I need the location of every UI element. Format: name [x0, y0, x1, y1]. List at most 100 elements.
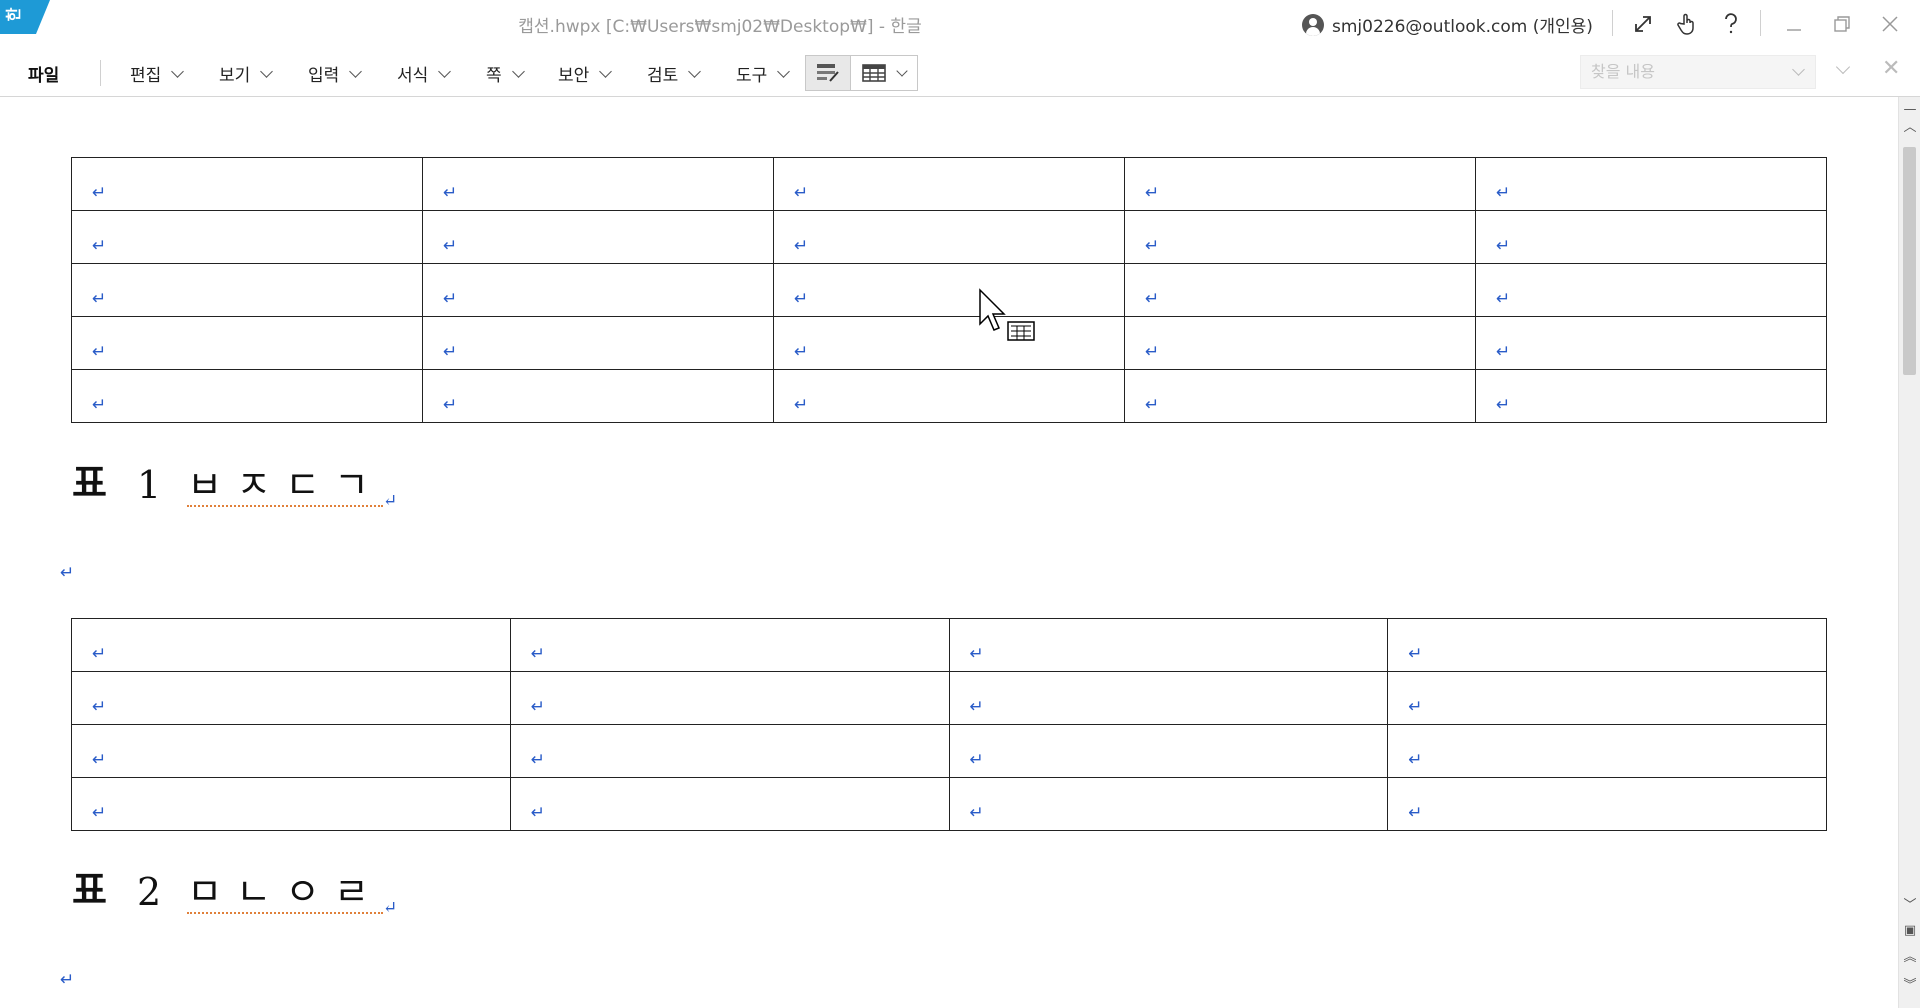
- close-icon[interactable]: [1870, 8, 1910, 40]
- table-cell[interactable]: ↵: [1387, 724, 1827, 778]
- table-cell[interactable]: ↵: [1475, 316, 1827, 370]
- document-area[interactable]: ↵ ↵ ↵ ↵ ↵ ↵ ↵ ↵ ↵ ↵ ↵ ↵ ↵ ↵ ↵ ↵ ↵ ↵ ↵ ↵ ↵ ↵ ↵ ↵ ↵ 표 1 ㅂㅈㄷㄱ ↵ ↵ ↵…: [0, 97, 1898, 1008]
- divider: [1612, 10, 1613, 36]
- table-cell[interactable]: ↵: [948, 618, 1389, 672]
- menu-format[interactable]: 서식: [397, 61, 452, 86]
- chevron-down-icon: [599, 64, 613, 78]
- table-cell[interactable]: ↵: [509, 671, 950, 725]
- search-close-icon[interactable]: ✕: [1882, 56, 1900, 81]
- table-cell[interactable]: ↵: [509, 618, 950, 672]
- table-cell[interactable]: ↵: [948, 777, 1389, 831]
- table-cell[interactable]: ↵: [948, 671, 1389, 725]
- table-cell[interactable]: ↵: [948, 724, 1389, 778]
- table-cell[interactable]: ↵: [1475, 210, 1827, 264]
- table-cell[interactable]: ↵: [71, 157, 423, 211]
- search-field[interactable]: [1580, 55, 1816, 89]
- menu-tools[interactable]: 도구: [736, 61, 791, 86]
- vertical-scrollbar[interactable]: — ︿ ﹀ ▣ ︽ ︾: [1898, 97, 1920, 1008]
- paragraph-mark: ↵: [92, 395, 107, 415]
- paragraph-mark: ↵: [383, 491, 398, 511]
- chevron-down-icon: [777, 64, 791, 78]
- prev-page-icon[interactable]: ︽: [1901, 949, 1919, 967]
- table-cell[interactable]: ↵: [1387, 777, 1827, 831]
- table-2[interactable]: ↵ ↵ ↵ ↵ ↵ ↵ ↵ ↵ ↵ ↵ ↵ ↵ ↵ ↵ ↵ ↵: [71, 618, 1827, 831]
- table-cell[interactable]: ↵: [509, 777, 950, 831]
- caption-text: ㅂㅈㄷㄱ: [187, 463, 383, 507]
- table-1[interactable]: ↵ ↵ ↵ ↵ ↵ ↵ ↵ ↵ ↵ ↵ ↵ ↵ ↵ ↵ ↵ ↵ ↵ ↵ ↵ ↵ ↵ ↵ ↵ ↵ ↵: [71, 157, 1827, 423]
- table-cell[interactable]: ↵: [71, 671, 511, 725]
- scroll-down-icon[interactable]: ﹀: [1901, 897, 1919, 915]
- table-cell[interactable]: ↵: [422, 263, 774, 317]
- menu-insert[interactable]: 입력: [308, 61, 363, 86]
- table-cell[interactable]: ↵: [1475, 157, 1827, 211]
- table-cell[interactable]: ↵: [1124, 210, 1476, 264]
- menu-view[interactable]: 보기: [219, 61, 274, 86]
- paragraph-mark: ↵: [1145, 289, 1160, 309]
- paragraph-mark: ↵: [1496, 289, 1511, 309]
- table-cell[interactable]: ↵: [422, 369, 774, 423]
- table-cell[interactable]: ↵: [1124, 157, 1476, 211]
- table-cell[interactable]: ↵: [422, 210, 774, 264]
- paragraph-mark: ↵: [92, 803, 107, 823]
- menu-label: 검토: [647, 66, 679, 86]
- table-cell[interactable]: ↵: [1387, 618, 1827, 672]
- minimize-icon[interactable]: [1774, 8, 1814, 40]
- scroll-up-icon[interactable]: ︿: [1901, 119, 1919, 137]
- table-cell[interactable]: ↵: [1475, 263, 1827, 317]
- chevron-down-icon: [896, 65, 908, 77]
- menu-review[interactable]: 검토: [647, 61, 702, 86]
- paragraph-mark: ↵: [794, 183, 809, 203]
- hand-pointer-icon[interactable]: [1670, 8, 1704, 40]
- paragraph-mark: ↵: [794, 395, 809, 415]
- page-view-icon[interactable]: ▣: [1901, 922, 1919, 940]
- scroll-top-icon[interactable]: —: [1901, 101, 1919, 119]
- table-grid-button[interactable]: [850, 55, 918, 91]
- table-cell[interactable]: ↵: [1124, 263, 1476, 317]
- caption-label: 표: [72, 867, 109, 912]
- menu-label: 서식: [397, 66, 429, 86]
- account-button[interactable]: smj0226@outlook.com (개인용): [1302, 12, 1593, 37]
- paragraph-mark: ↵: [443, 289, 458, 309]
- paragraph-mark: ↵: [92, 697, 107, 717]
- table-cell[interactable]: ↵: [1124, 369, 1476, 423]
- table-cell[interactable]: ↵: [422, 316, 774, 370]
- table-cell[interactable]: ↵: [71, 263, 423, 317]
- caption-1[interactable]: 표 1 ㅂㅈㄷㄱ ↵: [72, 452, 397, 511]
- paragraph-mark: ↵: [443, 342, 458, 362]
- table-cell[interactable]: ↵: [509, 724, 950, 778]
- table-cell[interactable]: ↵: [773, 157, 1125, 211]
- paragraph-mark: ↵: [794, 342, 809, 362]
- table-cell[interactable]: ↵: [773, 210, 1125, 264]
- menu-security[interactable]: 보안: [558, 61, 613, 86]
- paragraph-mark: ↵: [1496, 342, 1511, 362]
- table-cell[interactable]: ↵: [1475, 369, 1827, 423]
- table-style-icon: [817, 64, 839, 82]
- table-cell[interactable]: ↵: [71, 316, 423, 370]
- table-cell[interactable]: ↵: [1387, 671, 1827, 725]
- paragraph-mark: ↵: [1145, 395, 1160, 415]
- paragraph-mark: ↵: [443, 183, 458, 203]
- restore-icon[interactable]: [1822, 8, 1862, 40]
- menu-file[interactable]: 파일: [28, 61, 59, 86]
- help-icon[interactable]: [1714, 8, 1748, 40]
- table-cell[interactable]: ↵: [71, 618, 511, 672]
- expand-icon[interactable]: [1626, 8, 1660, 40]
- menu-label: 쪽: [486, 66, 502, 86]
- table-cell[interactable]: ↵: [71, 724, 511, 778]
- caption-2[interactable]: 표 2 ㅁㄴㅇㄹ ↵: [72, 859, 397, 918]
- table-cell[interactable]: ↵: [71, 210, 423, 264]
- table-cell[interactable]: ↵: [773, 263, 1125, 317]
- table-cell[interactable]: ↵: [1124, 316, 1476, 370]
- next-page-icon[interactable]: ︾: [1901, 977, 1919, 995]
- menu-label: 도구: [736, 66, 768, 86]
- table-cell[interactable]: ↵: [71, 777, 511, 831]
- scroll-thumb[interactable]: [1903, 147, 1916, 375]
- menu-page[interactable]: 쪽: [486, 61, 525, 86]
- table-style-button[interactable]: [805, 55, 851, 91]
- search-input[interactable]: [1581, 56, 1801, 86]
- table-cell[interactable]: ↵: [71, 369, 423, 423]
- table-cell[interactable]: ↵: [422, 157, 774, 211]
- table-cell[interactable]: ↵: [773, 316, 1125, 370]
- menu-edit[interactable]: 편집: [130, 61, 185, 86]
- table-cell[interactable]: ↵: [773, 369, 1125, 423]
